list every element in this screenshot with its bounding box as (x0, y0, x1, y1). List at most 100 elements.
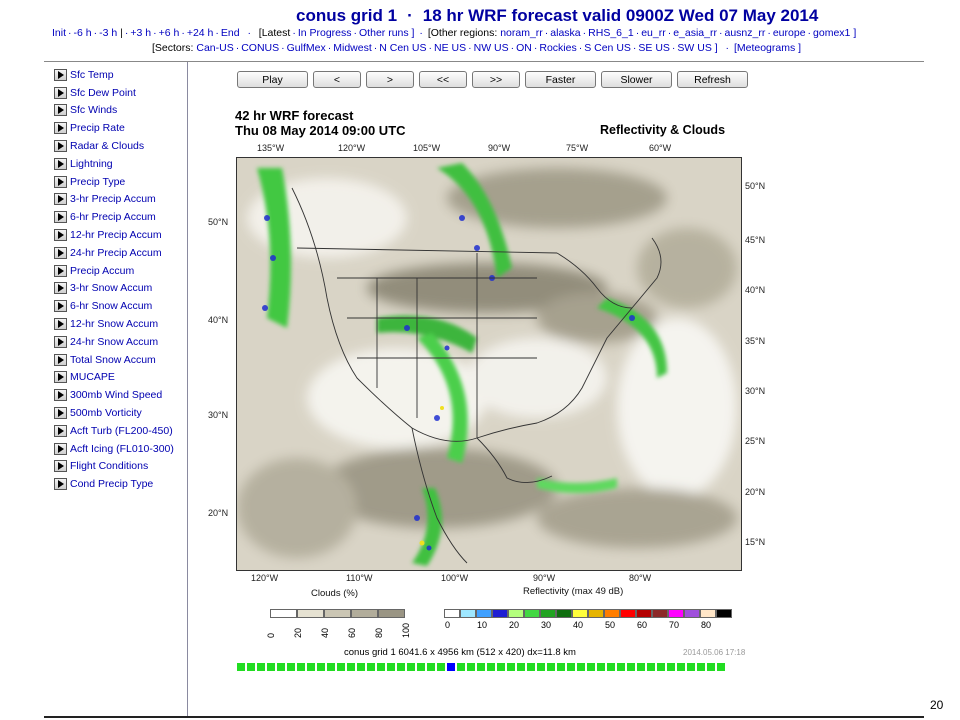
frame-marker[interactable] (557, 663, 565, 671)
sidebar-item[interactable]: 6-hr Snow Accum (46, 297, 186, 315)
frame-marker[interactable] (297, 663, 305, 671)
frame-marker[interactable] (627, 663, 635, 671)
frame-marker[interactable] (687, 663, 695, 671)
region-ausnz-rr[interactable]: ausnz_rr (724, 27, 765, 39)
frame-marker[interactable] (577, 663, 585, 671)
frame-marker[interactable] (607, 663, 615, 671)
frame-marker[interactable] (377, 663, 385, 671)
nav-in-progress[interactable]: In Progress (298, 27, 352, 39)
sector-se-us[interactable]: SE US (638, 42, 670, 54)
sidebar-item[interactable]: Flight Conditions (46, 458, 186, 476)
frame-marker[interactable] (397, 663, 405, 671)
frame-marker[interactable] (267, 663, 275, 671)
sidebar-item[interactable]: Cond Precip Type (46, 475, 186, 493)
frame-marker[interactable] (527, 663, 535, 671)
frame-marker[interactable] (617, 663, 625, 671)
sidebar-item[interactable]: Total Snow Accum (46, 351, 186, 369)
region-gomex1[interactable]: gomex1 ] (813, 27, 856, 39)
frame-marker[interactable] (547, 663, 555, 671)
frame-marker[interactable] (597, 663, 605, 671)
sector-rockies[interactable]: Rockies (539, 42, 576, 54)
region-noram-rr[interactable]: noram_rr (500, 27, 543, 39)
frame-marker[interactable] (327, 663, 335, 671)
sidebar-item[interactable]: 3-hr Precip Accum (46, 191, 186, 209)
sidebar-item[interactable]: 24-hr Precip Accum (46, 244, 186, 262)
sector-sw-us[interactable]: SW US ] (677, 42, 717, 54)
slower-button[interactable]: Slower (601, 71, 672, 88)
frame-marker[interactable] (337, 663, 345, 671)
faster-button[interactable]: Faster (525, 71, 596, 88)
sector-nw-us[interactable]: NW US (474, 42, 509, 54)
frame-marker[interactable] (667, 663, 675, 671)
region-alaska[interactable]: alaska (550, 27, 580, 39)
sidebar-item[interactable]: 500mb Vorticity (46, 404, 186, 422)
region-eu-rr[interactable]: eu_rr (641, 27, 666, 39)
sector-gulfmex[interactable]: GulfMex (287, 42, 326, 54)
frame-marker[interactable] (497, 663, 505, 671)
sidebar-item[interactable]: Sfc Dew Point (46, 84, 186, 102)
frame-marker[interactable] (657, 663, 665, 671)
frame-marker[interactable] (347, 663, 355, 671)
region-e-asia-rr[interactable]: e_asia_rr (673, 27, 717, 39)
nav-end[interactable]: End (221, 27, 240, 39)
frame-marker[interactable] (367, 663, 375, 671)
sector-ne-us[interactable]: NE US (434, 42, 466, 54)
frame-marker[interactable] (587, 663, 595, 671)
sector-s-cen-us[interactable]: S Cen US (584, 42, 631, 54)
frame-marker[interactable] (677, 663, 685, 671)
frame-marker[interactable] (467, 663, 475, 671)
region-europe[interactable]: europe (773, 27, 806, 39)
frame-marker[interactable] (507, 663, 515, 671)
sidebar-item[interactable]: 12-hr Snow Accum (46, 315, 186, 333)
frame-marker[interactable] (647, 663, 655, 671)
frame-marker[interactable] (637, 663, 645, 671)
last-frame-button[interactable]: >> (472, 71, 520, 88)
nav-minus3[interactable]: -3 h (99, 27, 117, 39)
sidebar-item[interactable]: MUCAPE (46, 369, 186, 387)
refresh-button[interactable]: Refresh (677, 71, 748, 88)
frame-marker[interactable] (387, 663, 395, 671)
frame-marker[interactable] (487, 663, 495, 671)
sidebar-item[interactable]: Acft Icing (FL010-300) (46, 440, 186, 458)
frame-marker[interactable] (567, 663, 575, 671)
sector-can-us[interactable]: Can-US (196, 42, 233, 54)
frame-marker[interactable] (257, 663, 265, 671)
region-rhs[interactable]: RHS_6_1 (588, 27, 634, 39)
sector-n-cen-us[interactable]: N Cen US (379, 42, 426, 54)
frame-marker[interactable] (537, 663, 545, 671)
sidebar-item[interactable]: 3-hr Snow Accum (46, 280, 186, 298)
frame-marker[interactable] (717, 663, 725, 671)
sidebar-item[interactable]: Lightning (46, 155, 186, 173)
sidebar-item[interactable]: Sfc Winds (46, 102, 186, 120)
nav-latest[interactable]: [Latest (259, 27, 291, 39)
sidebar-item[interactable]: Precip Accum (46, 262, 186, 280)
sidebar-item[interactable]: Precip Type (46, 173, 186, 191)
frame-marker[interactable] (247, 663, 255, 671)
frame-marker[interactable] (517, 663, 525, 671)
sector-midwest[interactable]: Midwest (333, 42, 372, 54)
frame-marker[interactable] (307, 663, 315, 671)
frame-marker[interactable] (707, 663, 715, 671)
sector-conus[interactable]: CONUS (241, 42, 279, 54)
next-frame-button[interactable]: > (366, 71, 414, 88)
sidebar-item[interactable]: 300mb Wind Speed (46, 386, 186, 404)
frame-marker[interactable] (287, 663, 295, 671)
frame-marker[interactable] (427, 663, 435, 671)
sidebar-item[interactable]: 24-hr Snow Accum (46, 333, 186, 351)
sidebar-item[interactable]: Precip Rate (46, 119, 186, 137)
nav-init[interactable]: Init (52, 27, 66, 39)
nav-other-runs[interactable]: Other runs ] (359, 27, 414, 39)
nav-plus24[interactable]: +24 h (187, 27, 214, 39)
frame-marker[interactable] (407, 663, 415, 671)
frame-marker[interactable] (277, 663, 285, 671)
sidebar-item[interactable]: Radar & Clouds (46, 137, 186, 155)
nav-plus6[interactable]: +6 h (159, 27, 180, 39)
nav-minus6[interactable]: -6 h (74, 27, 92, 39)
frame-marker[interactable] (477, 663, 485, 671)
frame-marker[interactable] (417, 663, 425, 671)
frame-marker[interactable] (697, 663, 705, 671)
sidebar-item[interactable]: Acft Turb (FL200-450) (46, 422, 186, 440)
prev-frame-button[interactable]: < (313, 71, 361, 88)
sidebar-item[interactable]: 12-hr Precip Accum (46, 226, 186, 244)
frame-marker[interactable] (357, 663, 365, 671)
